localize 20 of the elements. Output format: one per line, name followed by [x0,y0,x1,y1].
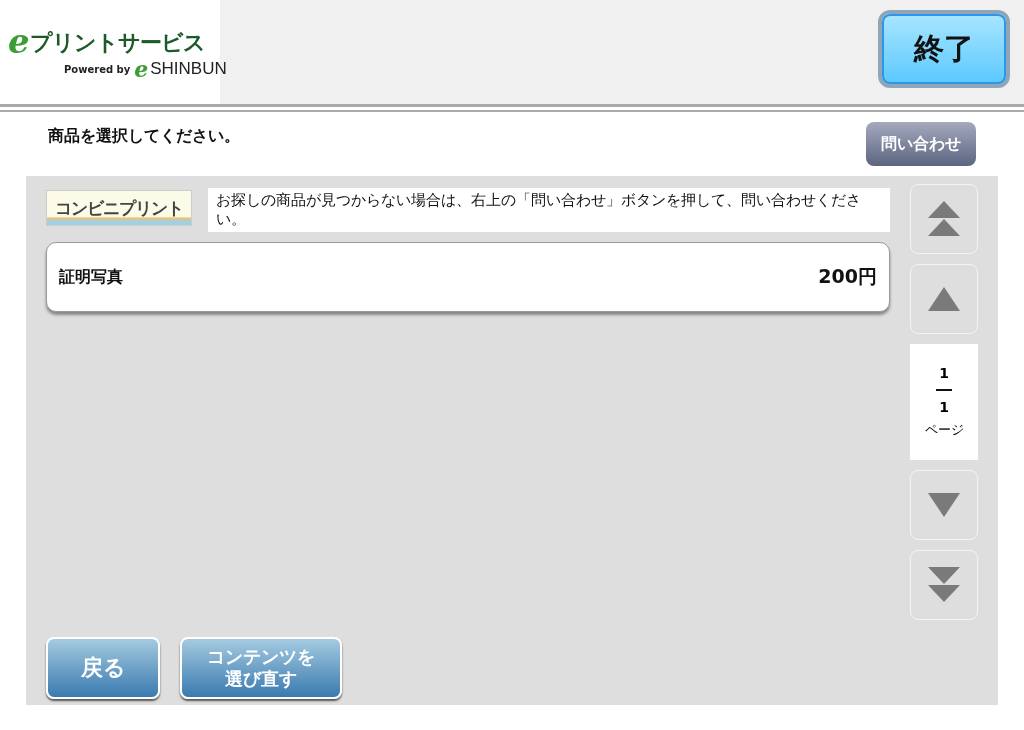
instruction-text: 商品を選択してください。 [48,125,240,147]
powered-by-text: Powered by [64,63,131,75]
next-page-button[interactable] [910,470,978,540]
exit-button[interactable]: 終了 [878,10,1010,88]
previous-page-button[interactable] [910,264,978,334]
back-button[interactable]: 戻る [46,637,160,699]
notice-text: お探しの商品が見つからない場合は、右上の「問い合わせ」ボタンを押して、問い合わせください。 [208,188,890,232]
logo-title: プリントサービス [29,29,205,57]
logo-mark: e [8,24,30,58]
brand-name: SHINBUN [150,59,227,79]
product-item[interactable]: 証明写真 200円 [46,242,890,312]
brand-mark: e [134,58,149,80]
last-page-button[interactable] [910,550,978,620]
current-page: 1 [939,365,949,381]
reselect-button[interactable]: コンテンツを選び直す [180,637,342,699]
banner: コンビニプリント [46,190,192,226]
total-pages: 1 [939,399,949,415]
first-page-button[interactable] [910,184,978,254]
page-unit: ページ [924,421,964,439]
inquiry-button[interactable]: 問い合わせ [866,122,976,166]
